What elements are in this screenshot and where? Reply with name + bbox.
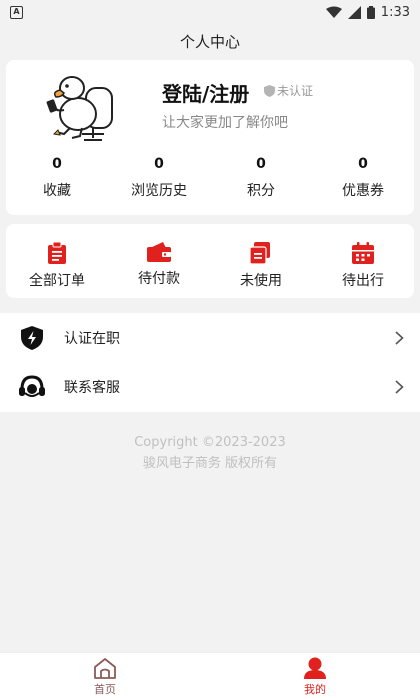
wallet-icon xyxy=(147,242,171,262)
tab-me[interactable]: 我的 xyxy=(210,653,420,700)
chevron-right-icon xyxy=(395,330,404,345)
page-title: 个人中心 xyxy=(179,32,240,51)
app-notification-icon: A xyxy=(10,5,23,19)
home-icon xyxy=(94,658,116,679)
stat-value: 0 xyxy=(358,156,368,172)
stat-value: 0 xyxy=(154,156,164,172)
order-label: 待出行 xyxy=(342,273,384,289)
stat-label: 收藏 xyxy=(43,183,71,199)
chevron-right-icon xyxy=(395,379,404,394)
profile-subtitle: 让大家更加了解你吧 xyxy=(162,115,288,131)
status-time: 1:33 xyxy=(380,4,410,20)
signal-icon xyxy=(347,5,361,19)
stat-label: 积分 xyxy=(247,183,275,199)
calendar-icon xyxy=(352,242,374,264)
cert-status-badge: 未认证 xyxy=(264,82,313,99)
battery-icon xyxy=(366,5,375,19)
orders-card: 全部订单 待付款 未使用 待出行 xyxy=(6,224,414,298)
person-icon xyxy=(304,657,326,679)
stat-label: 浏览历史 xyxy=(131,183,187,199)
order-label: 未使用 xyxy=(240,273,282,289)
tab-label: 我的 xyxy=(304,683,326,696)
clipboard-icon xyxy=(48,242,66,264)
stat-label: 优惠券 xyxy=(342,183,384,199)
stat-coupons[interactable]: 0 优惠券 xyxy=(312,156,414,200)
wifi-icon xyxy=(325,6,342,18)
tab-home[interactable]: 首页 xyxy=(0,653,210,700)
order-label: 待付款 xyxy=(138,271,180,287)
headset-icon xyxy=(18,373,46,401)
cert-status-label: 未认证 xyxy=(277,84,314,98)
menu-item-customer-service[interactable]: 联系客服 xyxy=(0,362,420,411)
duck-avatar-icon xyxy=(46,76,113,141)
stat-value: 0 xyxy=(256,156,266,172)
avatar[interactable] xyxy=(34,70,120,146)
menu-label: 联系客服 xyxy=(64,379,120,396)
order-unused-button[interactable]: 未使用 xyxy=(210,224,312,298)
order-label: 全部订单 xyxy=(29,273,85,289)
ticket-icon xyxy=(250,242,270,264)
stat-points[interactable]: 0 积分 xyxy=(210,156,312,200)
menu-item-employment-verify[interactable]: 认证在职 xyxy=(0,313,420,362)
company-line: 骏风电子商务 版权所有 xyxy=(142,456,278,471)
login-register-link[interactable]: 登陆/注册 xyxy=(162,78,249,107)
menu-list: 认证在职 联系客服 xyxy=(0,313,420,412)
stat-history[interactable]: 0 浏览历史 xyxy=(108,156,210,200)
order-unpaid-button[interactable]: 待付款 xyxy=(108,224,210,298)
stat-favorites[interactable]: 0 收藏 xyxy=(6,156,108,200)
stats-row: 0 收藏 0 浏览历史 0 积分 0 优惠券 xyxy=(6,156,414,200)
menu-label: 认证在职 xyxy=(64,330,120,347)
status-bar: A 1:33 xyxy=(0,0,420,24)
copyright-footer: Copyright ©2023-2023 骏风电子商务 版权所有 xyxy=(0,432,420,474)
order-pending-trip-button[interactable]: 待出行 xyxy=(312,224,414,298)
stat-value: 0 xyxy=(52,156,62,172)
copyright-line: Copyright ©2023-2023 xyxy=(134,435,286,450)
profile-card: 登陆/注册 未认证 让大家更加了解你吧 0 收藏 0 浏览历史 0 积分 0 优… xyxy=(6,60,414,215)
bottom-tab-bar: 首页 我的 xyxy=(0,652,420,700)
tab-label: 首页 xyxy=(94,683,116,696)
order-all-button[interactable]: 全部订单 xyxy=(6,224,108,298)
shield-bolt-icon xyxy=(18,324,46,352)
shield-icon xyxy=(264,84,275,97)
